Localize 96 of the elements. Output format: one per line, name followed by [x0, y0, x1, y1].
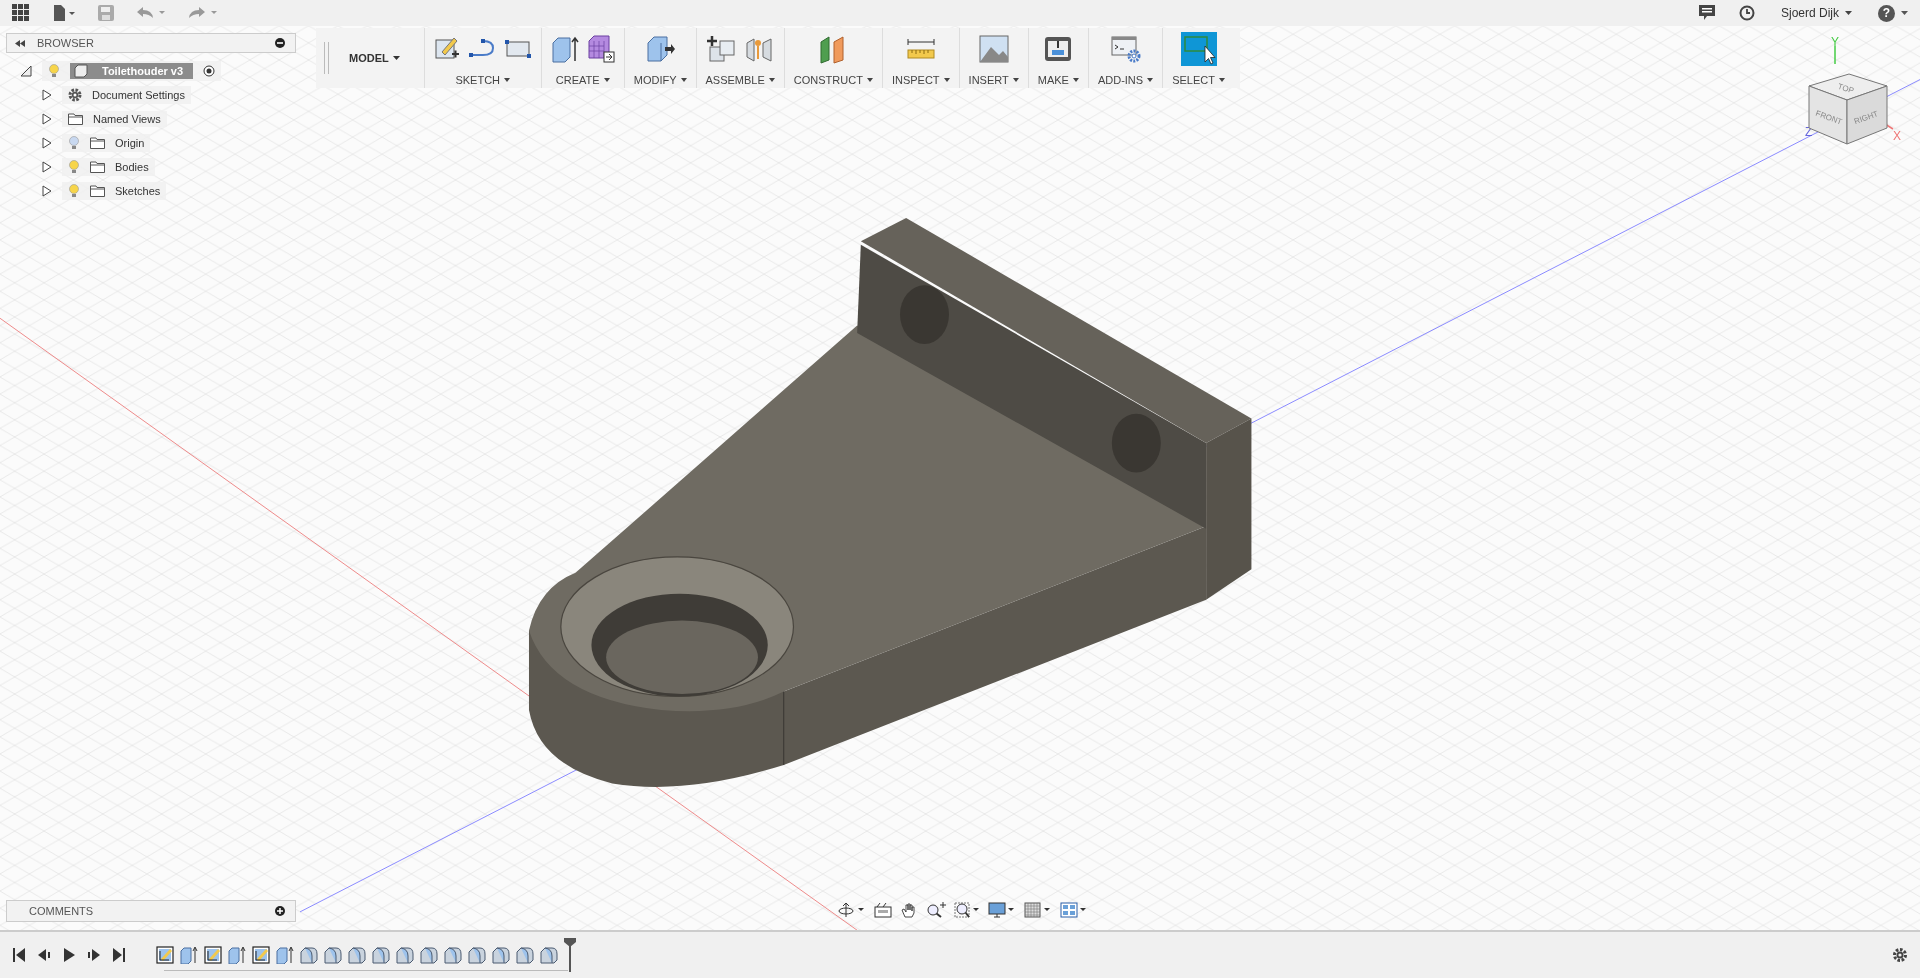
- fillet-feature-icon[interactable]: [396, 946, 414, 964]
- caret-icon: [943, 78, 950, 82]
- press-pull-icon[interactable]: [645, 35, 676, 63]
- extrude-feature-icon[interactable]: [228, 946, 246, 964]
- settings-icon[interactable]: [1892, 947, 1908, 963]
- image-icon[interactable]: [978, 35, 1009, 63]
- caret-icon: [768, 78, 775, 82]
- comments-title: COMMENTS: [29, 905, 95, 917]
- sketch-feature-icon[interactable]: [156, 946, 174, 964]
- sketch-feature-icon[interactable]: [204, 946, 222, 964]
- extrude-feature-icon[interactable]: [276, 946, 294, 964]
- toolbar-group-menu[interactable]: MODIFY: [633, 74, 687, 86]
- mesh-cube-icon[interactable]: [586, 35, 615, 63]
- joint-icon[interactable]: [744, 35, 775, 63]
- folder-icon: [90, 161, 105, 173]
- fillet-feature-icon[interactable]: [324, 946, 342, 964]
- fillet-feature-icon[interactable]: [300, 946, 318, 964]
- caret-icon: [603, 78, 610, 82]
- create-sketch-icon[interactable]: [433, 36, 460, 62]
- caret-icon: [680, 78, 687, 82]
- toolbar-group-menu[interactable]: ASSEMBLE: [705, 74, 775, 86]
- toolbar-group-menu[interactable]: INSERT: [968, 74, 1019, 86]
- fillet-feature-icon[interactable]: [540, 946, 558, 964]
- workspace-dropdown[interactable]: MODEL: [339, 28, 425, 88]
- sketch-feature-icon[interactable]: [252, 946, 270, 964]
- measure-ruler-icon[interactable]: [905, 37, 936, 61]
- minimize-icon[interactable]: [275, 38, 285, 48]
- collapsed-triangle-icon[interactable]: [42, 113, 52, 125]
- caret-icon: [1012, 78, 1019, 82]
- display-monitor-icon[interactable]: [988, 902, 1016, 918]
- fillet-feature-icon[interactable]: [444, 946, 462, 964]
- skip-start-icon[interactable]: [12, 947, 26, 963]
- collapsed-triangle-icon[interactable]: [42, 185, 52, 197]
- collapse-icon[interactable]: [15, 39, 25, 47]
- fillet-feature-icon[interactable]: [468, 946, 486, 964]
- gear-icon: [68, 88, 82, 102]
- zoom-icon[interactable]: [926, 902, 946, 918]
- toolbar-group-menu[interactable]: CONSTRUCT: [793, 74, 873, 86]
- help-button[interactable]: ?: [1878, 4, 1895, 22]
- collapsed-triangle-icon[interactable]: [42, 89, 52, 101]
- extrude-feature-icon[interactable]: [180, 946, 198, 964]
- look-at-icon[interactable]: [874, 902, 892, 918]
- component-icon: [74, 64, 88, 78]
- collapsed-triangle-icon[interactable]: [42, 137, 52, 149]
- step-back-icon[interactable]: [37, 947, 51, 963]
- comment-icon[interactable]: [1698, 5, 1715, 21]
- caret-icon: [1072, 78, 1079, 82]
- toolbar-group-menu[interactable]: INSPECT: [891, 74, 950, 86]
- folder-icon: [90, 137, 105, 149]
- viewports-icon[interactable]: [1060, 902, 1088, 918]
- expanded-triangle-icon[interactable]: [20, 65, 32, 77]
- fillet-feature-icon[interactable]: [372, 946, 390, 964]
- caret-icon: [866, 78, 873, 82]
- lightbulb-icon[interactable]: [48, 64, 60, 78]
- folder-icon: [90, 185, 105, 197]
- file-icon[interactable]: [52, 5, 76, 21]
- zoom-window-icon[interactable]: [954, 902, 980, 918]
- fillet-feature-icon[interactable]: [348, 946, 366, 964]
- toolbar-group-menu[interactable]: CREATE: [555, 74, 610, 86]
- grid-icon[interactable]: [1024, 902, 1052, 918]
- play-icon[interactable]: [62, 947, 76, 963]
- 3d-printer-icon[interactable]: [1043, 35, 1074, 63]
- timeline-marker-icon[interactable]: [564, 938, 576, 972]
- fillet-feature-icon[interactable]: [420, 946, 438, 964]
- caret-icon: [1147, 78, 1154, 82]
- step-forward-icon[interactable]: [87, 947, 101, 963]
- caret-icon: [1218, 78, 1225, 82]
- folder-icon: [68, 113, 83, 125]
- collapsed-triangle-icon[interactable]: [42, 161, 52, 173]
- caret-icon: [392, 56, 400, 60]
- fillet-feature-icon[interactable]: [516, 946, 534, 964]
- lightbulb-icon[interactable]: [68, 160, 80, 174]
- clock-icon[interactable]: [1738, 5, 1755, 21]
- fillet-feature-icon[interactable]: [492, 946, 510, 964]
- lightbulb-icon[interactable]: [68, 136, 80, 150]
- caret-icon[interactable]: [1901, 11, 1908, 15]
- toolbar-group-menu[interactable]: SKETCH: [455, 74, 511, 86]
- toolbar-group-menu[interactable]: ADD-INS: [1097, 74, 1154, 86]
- toolbar-group-menu[interactable]: MAKE: [1037, 74, 1079, 86]
- toolbar-group-menu[interactable]: SELECT: [1172, 74, 1225, 86]
- browser-title: BROWSER: [37, 37, 95, 49]
- pan-hand-icon[interactable]: [900, 902, 918, 918]
- activate-radio-icon[interactable]: [203, 65, 216, 77]
- apps-grid-icon[interactable]: [12, 4, 30, 22]
- component-label: Toilethouder v3: [102, 65, 184, 77]
- extrude-box-icon[interactable]: [550, 35, 579, 63]
- skip-end-icon[interactable]: [112, 947, 126, 963]
- caret-icon: [504, 78, 511, 82]
- new-component-icon[interactable]: [706, 35, 737, 63]
- user-menu[interactable]: Sjoerd Dijk: [1778, 4, 1854, 22]
- lightbulb-icon[interactable]: [68, 184, 80, 198]
- caret-icon: [1845, 11, 1852, 15]
- add-comment-icon[interactable]: [275, 906, 285, 916]
- select-cursor-icon[interactable]: [1180, 32, 1217, 66]
- scripts-gear-icon[interactable]: [1110, 35, 1141, 63]
- orbit-icon[interactable]: [838, 902, 866, 918]
